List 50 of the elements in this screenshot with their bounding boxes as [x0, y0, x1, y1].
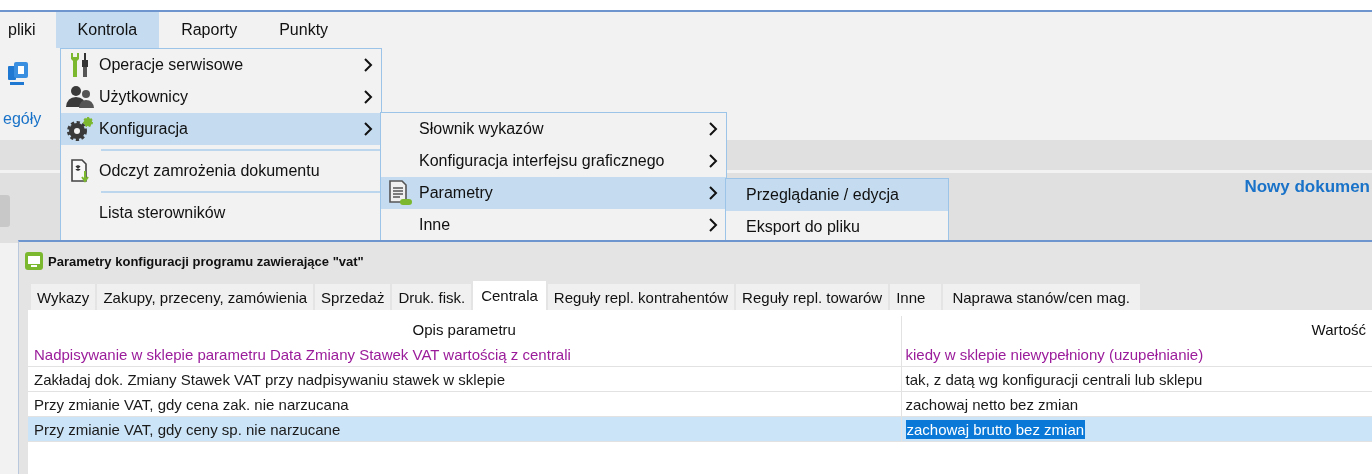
menu-bar-item[interactable]: Punkty [259, 12, 351, 48]
menu-bar-item[interactable]: Raporty [159, 12, 260, 48]
menu-item[interactable]: Eksport do pliku [726, 211, 948, 243]
menu-item[interactable]: Przeglądanie / edycja [726, 179, 948, 211]
chevron-right-icon [708, 218, 718, 232]
users-icon [65, 85, 95, 109]
menu-item[interactable]: Parametry [381, 177, 726, 209]
chevron-right-icon [363, 90, 373, 104]
tab[interactable]: Sprzedaż [315, 284, 391, 310]
tab[interactable]: Zakupy, przeceny, zamówienia [97, 284, 314, 310]
gear-icon [66, 116, 94, 142]
table-cell: Zakładaj dok. Zmiany Stawek VAT przy nadpisywaniu stawek w sklepie [28, 366, 901, 392]
menu-bar-item[interactable]: pliki [8, 12, 48, 48]
menu-item[interactable]: Konfiguracja interfejsu graficznego [381, 145, 726, 177]
menu-item[interactable]: Odczyt zamrożenia dokumentu [61, 155, 381, 187]
tab[interactable]: Reguły repl. kontrahentów [547, 284, 735, 310]
column-header[interactable]: Opis parametru [28, 316, 901, 342]
tab[interactable]: Reguły repl. towarów [736, 284, 889, 310]
tools-icon [69, 52, 91, 78]
window-title: Parametry konfiguracji programu zawierające "vat" [48, 253, 364, 269]
tab[interactable]: Naprawa stanów/cen mag. [943, 284, 1140, 310]
menu-item[interactable]: Inne [381, 209, 726, 241]
tab[interactable]: Inne [890, 284, 942, 310]
tab[interactable]: Wykazy [31, 284, 96, 310]
menu-item[interactable]: Słownik wykazów [381, 113, 726, 145]
tab[interactable]: Centrala [473, 281, 546, 310]
table-cell: kiedy w sklepie niewypełniony (uzupełnianie) [905, 345, 1204, 363]
chevron-right-icon [363, 122, 373, 136]
window-icon [25, 252, 43, 270]
menu-item[interactable]: Użytkownicy [61, 81, 381, 113]
chevron-right-icon [708, 154, 718, 168]
column-header[interactable]: Wartość [901, 316, 1372, 342]
chevron-right-icon [708, 186, 718, 200]
table-cell: Nadpisywanie w sklepie parametru Data Zmiany Stawek VAT wartością z centrali [28, 342, 901, 367]
table-cell: tak, z datą wg konfiguracji centrali lub sklepu [905, 370, 1203, 388]
table-cell: zachowaj brutto bez zmian [905, 419, 1086, 439]
chevron-right-icon [363, 58, 373, 72]
panel-title: Nowy dokumen [1244, 177, 1370, 197]
tab[interactable]: Druk. fisk. [392, 284, 472, 310]
table-cell: Przy zmianie VAT, gdy ceny sp. nie narzucane [28, 416, 901, 442]
table-cell: zachowaj netto bez zmian [905, 395, 1079, 413]
document-list-icon [387, 180, 413, 206]
chevron-right-icon [708, 122, 718, 136]
details-button[interactable]: egóły [3, 110, 42, 128]
document-icon [70, 159, 90, 183]
menu-item[interactable]: Konfiguracja [61, 113, 381, 145]
menu-bar-item[interactable]: Kontrola [55, 12, 160, 48]
menu-item[interactable]: Operacje serwisowe [61, 49, 381, 81]
table-cell: Przy zmianie VAT, gdy cena zak. nie narzucana [28, 391, 901, 417]
menu-item[interactable]: Lista sterowników [61, 197, 381, 229]
